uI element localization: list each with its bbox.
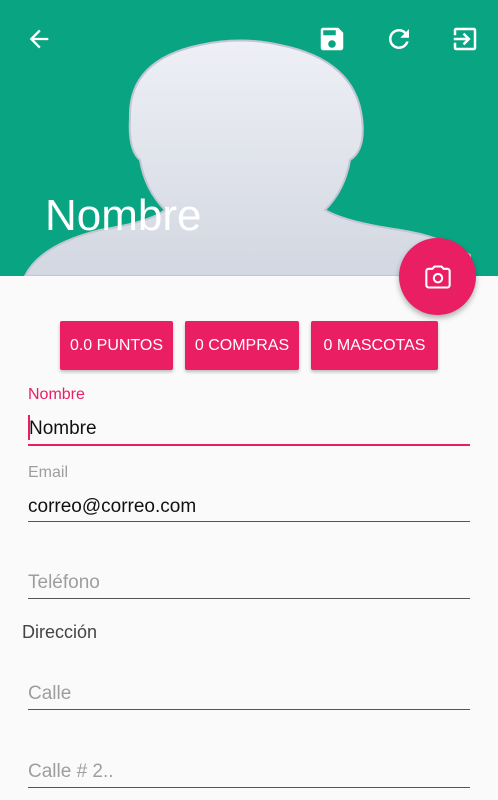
name-field-underline: [28, 444, 470, 446]
street2-field-placeholder: Calle # 2..: [28, 761, 114, 782]
street-field-placeholder: Calle: [28, 683, 72, 704]
name-field-label: Nombre: [28, 386, 85, 403]
email-field[interactable]: Email correo@correo.com: [22, 462, 476, 524]
refresh-icon: [389, 29, 409, 49]
profile-name-title: Nombre: [45, 191, 202, 240]
save-button[interactable]: [315, 22, 349, 56]
logout-button[interactable]: [448, 22, 482, 56]
email-field-underline: [28, 521, 470, 522]
back-button[interactable]: [22, 22, 56, 56]
logout-icon: [453, 27, 477, 51]
email-field-value: correo@correo.com: [28, 496, 197, 517]
pets-button[interactable]: 0 MASCOTAS: [311, 321, 438, 370]
street-field[interactable]: Calle: [22, 674, 476, 712]
email-field-label: Email: [28, 464, 69, 481]
points-button[interactable]: 0.0 PUNTOS: [60, 321, 173, 370]
name-field[interactable]: Nombre Nombre: [22, 384, 476, 448]
name-field-value: Nombre: [29, 418, 97, 439]
purchases-button[interactable]: 0 COMPRAS: [185, 321, 299, 370]
street2-field[interactable]: Calle # 2..: [22, 752, 476, 790]
phone-field-underline: [28, 598, 470, 599]
change-photo-button[interactable]: [399, 238, 476, 315]
street-field-underline: [28, 709, 470, 710]
street2-field-underline: [28, 787, 470, 788]
save-icon: [320, 27, 344, 51]
phone-field[interactable]: Teléfono: [22, 564, 476, 602]
profile-header: Nombre: [0, 0, 498, 276]
phone-field-placeholder: Teléfono: [28, 572, 100, 593]
address-section-label: Dirección: [22, 622, 98, 642]
camera-icon: [424, 264, 451, 289]
refresh-button[interactable]: [382, 22, 416, 56]
arrow-back-icon: [29, 29, 49, 49]
